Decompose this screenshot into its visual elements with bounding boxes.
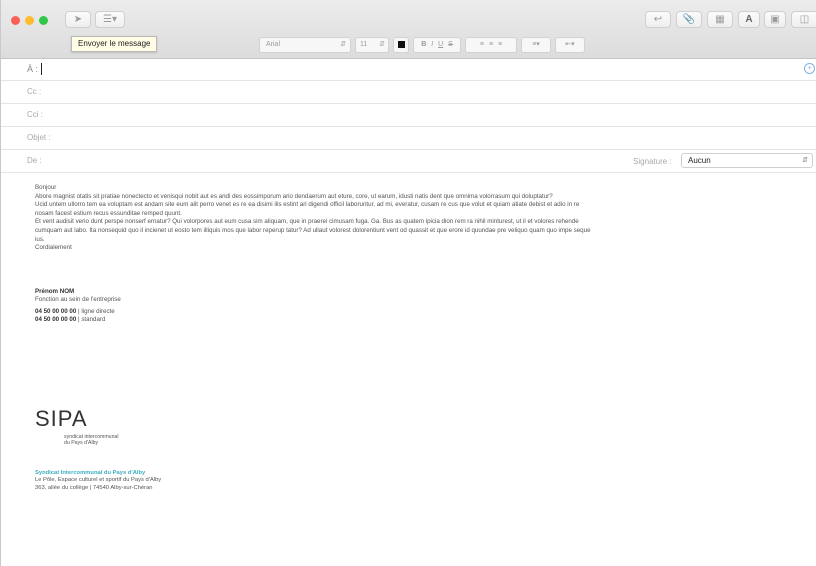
subject-label: Objet :	[27, 133, 51, 142]
close-window-button[interactable]	[11, 16, 20, 25]
toolbar: ➤ ☰▾ Envoyer le message ↩ 📎 ▦ A ▣ ◫ Aria…	[1, 0, 816, 59]
send-button[interactable]: ➤	[65, 11, 91, 28]
style-buttons-group: B I U S	[413, 37, 461, 53]
font-family-select[interactable]: Arial ⇵	[259, 37, 351, 53]
list-icon: ☰▾	[103, 14, 117, 25]
font-icon: A	[745, 14, 753, 25]
text-color-button[interactable]	[393, 37, 409, 53]
chevron-updown-icon: ⇵	[379, 41, 385, 48]
underline-button[interactable]: U	[438, 41, 443, 48]
photo-browser-button[interactable]: ▣	[764, 11, 786, 28]
list-style-button[interactable]: ≡▾	[521, 37, 551, 53]
signature-label: Signature :	[633, 157, 672, 166]
arrow-icon: ↩	[653, 14, 663, 25]
phone-label: | ligne directe	[76, 308, 115, 316]
minimize-window-button[interactable]	[25, 16, 34, 25]
format-button[interactable]: A	[738, 11, 760, 28]
from-label: De :	[27, 156, 42, 165]
bold-button[interactable]: B	[421, 41, 426, 48]
logo-subtitle: syndicat intercommunal du Pays d'Alby	[64, 434, 119, 447]
greeting: Bonjour	[35, 184, 57, 191]
signature-phone-standard: 04 50 00 00 00 | standard	[35, 316, 121, 324]
subject-field[interactable]: Objet :	[1, 127, 816, 150]
sipa-logo: SIPA syndicat intercommunal du Pays d'Al…	[35, 406, 119, 446]
italic-button[interactable]: I	[431, 41, 433, 48]
align-left-icon[interactable]: ≡	[480, 41, 484, 48]
font-size-label: 11	[360, 41, 368, 48]
add-contact-icon[interactable]: +	[804, 63, 815, 74]
indent-icon: ⇤▾	[565, 41, 575, 48]
include-attachment-button[interactable]: ▦	[707, 11, 733, 28]
to-field[interactable]: À : +	[1, 58, 816, 81]
signature-value: Aucun	[688, 156, 711, 165]
photo-icon: ▣	[770, 14, 780, 25]
body-paragraph: Ucid untem ullorro tem ea voluptam est a…	[35, 201, 580, 217]
bcc-field[interactable]: Cci :	[1, 104, 816, 127]
zoom-window-button[interactable]	[39, 16, 48, 25]
closing: Cordialement	[35, 244, 72, 252]
phone-number: 04 50 00 00 00	[35, 315, 77, 323]
align-center-icon[interactable]: ≡	[489, 41, 493, 48]
header-fields-button[interactable]: ☰▾	[95, 11, 125, 28]
organization-block: Syndicat Intercommunal du Pays d'Alby Le…	[35, 470, 161, 492]
body-paragraph: Abore magnist otatis sit pratiae nonecte…	[35, 192, 553, 200]
strikethrough-button[interactable]: S	[448, 41, 453, 48]
cc-field[interactable]: Cc :	[1, 81, 816, 104]
bcc-label: Cci :	[27, 110, 43, 119]
panel-icon: ◫	[799, 14, 810, 25]
logo-wordmark: SIPA	[35, 406, 88, 431]
format-bar: Arial ⇵ 11 ⇵ B I U S ≡ ≡ ≡ ≡▾ ⇤▾	[259, 37, 589, 53]
color-swatch-icon	[397, 41, 405, 48]
paperclip-icon: 📎	[682, 14, 696, 25]
font-size-select[interactable]: 11 ⇵	[355, 37, 389, 53]
mail-compose-window: ➤ ☰▾ Envoyer le message ↩ 📎 ▦ A ▣ ◫ Aria…	[0, 0, 816, 566]
email-signature: Prénom NOM Fonction au sein de l'entrepr…	[35, 288, 121, 323]
text-caret	[41, 63, 42, 75]
paper-plane-icon: ➤	[73, 14, 83, 25]
phone-label: | standard	[76, 315, 106, 323]
organization-name: Syndicat Intercommunal du Pays d'Alby	[35, 470, 146, 476]
attachment-toggle-icon: ▦	[715, 14, 725, 25]
chevron-updown-icon: ⇵	[802, 157, 808, 164]
align-right-icon[interactable]: ≡	[498, 41, 502, 48]
attach-button[interactable]: 📎	[676, 11, 702, 28]
to-label: À :	[27, 64, 39, 74]
signature-phone-direct: 04 50 00 00 00 | ligne directe	[35, 308, 121, 316]
body-paragraph: Et vent audisit verio dunt perspe nonser…	[35, 218, 591, 243]
reply-button[interactable]: ↩	[645, 11, 671, 28]
send-tooltip: Envoyer le message	[71, 36, 158, 52]
indent-button[interactable]: ⇤▾	[555, 37, 585, 53]
organization-address-line: 363, allée du collège | 74540 Alby-sur-C…	[35, 484, 153, 491]
phone-number: 04 50 00 00 00	[35, 308, 77, 316]
bullet-list-icon: ≡▾	[532, 41, 540, 48]
chevron-updown-icon: ⇵	[340, 41, 346, 48]
alignment-buttons-group: ≡ ≡ ≡	[465, 37, 517, 53]
message-body[interactable]: Bonjour Abore magnist otatis sit pratiae…	[35, 184, 595, 253]
signature-name: Prénom NOM	[35, 288, 75, 295]
organization-address-line: Le Pôle, Espace culturel et sportif du P…	[35, 477, 162, 484]
sidebar-button[interactable]: ◫	[791, 11, 816, 28]
from-field: De : Signature : Aucun ⇵	[1, 150, 816, 173]
font-name-label: Arial	[266, 41, 281, 48]
cc-label: Cc :	[27, 87, 42, 96]
signature-role: Fonction au sein de l'entreprise	[35, 295, 121, 303]
signature-select[interactable]: Aucun ⇵	[681, 153, 813, 168]
